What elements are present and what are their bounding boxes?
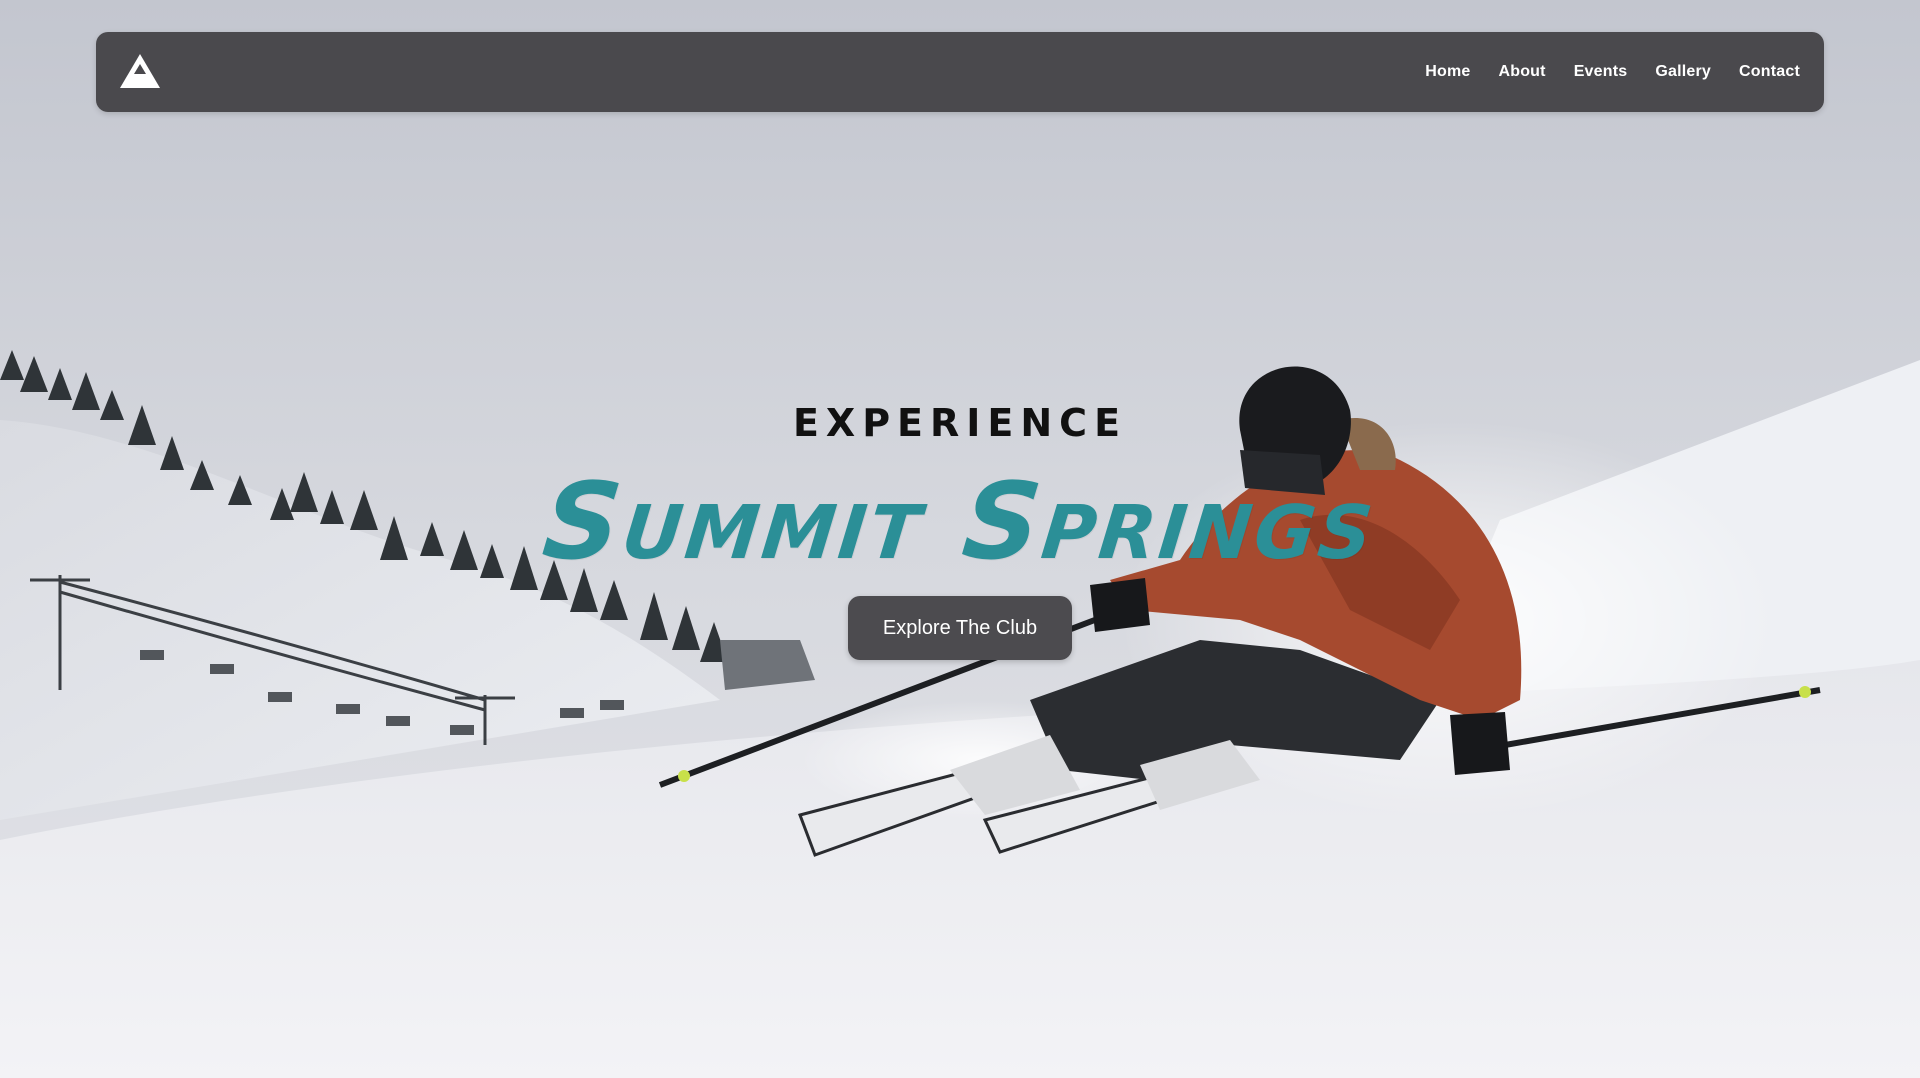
nav-link-contact[interactable]: Contact <box>1739 63 1800 81</box>
nav-links: Home About Events Gallery Contact <box>1425 32 1800 112</box>
nav-link-about[interactable]: About <box>1498 63 1545 81</box>
hero-content: EXPERIENCE Summit Springs Explore The Cl… <box>0 390 1920 660</box>
hero-section: Home About Events Gallery Contact EXPERI… <box>0 0 1920 1078</box>
top-navbar: Home About Events Gallery Contact <box>96 32 1824 112</box>
nav-link-home[interactable]: Home <box>1425 63 1470 81</box>
nav-link-gallery[interactable]: Gallery <box>1655 63 1711 81</box>
nav-link-events[interactable]: Events <box>1574 63 1628 81</box>
mountain-icon[interactable] <box>118 52 162 90</box>
hero-headline: Summit Springs <box>537 460 1383 583</box>
explore-club-button[interactable]: Explore The Club <box>848 596 1072 660</box>
hero-kicker: EXPERIENCE <box>792 401 1128 445</box>
